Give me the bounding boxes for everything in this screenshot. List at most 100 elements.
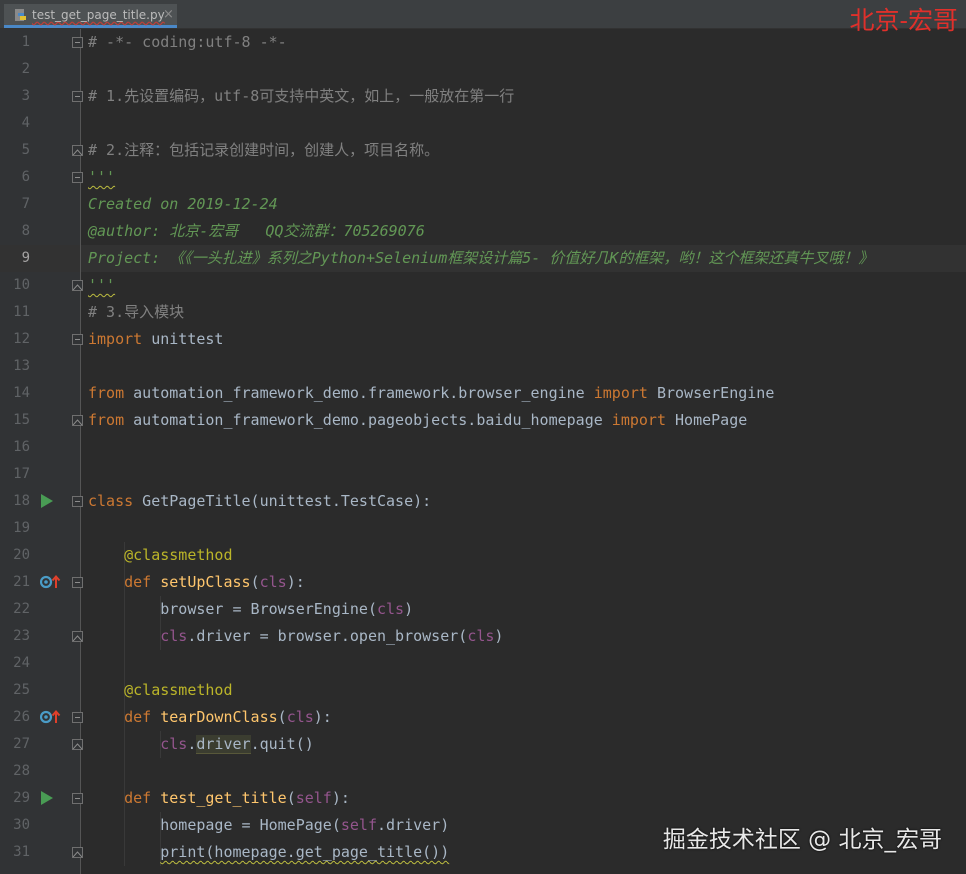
code-line[interactable]: cls.driver = browser.open_browser(cls): [88, 623, 503, 650]
code-line[interactable]: @classmethod: [88, 677, 233, 704]
code-token: self: [295, 789, 332, 807]
code-token: # 3.导入模块: [88, 303, 185, 321]
code-line[interactable]: import unittest: [88, 326, 223, 353]
close-icon[interactable]: ×: [163, 7, 174, 22]
code-token: ''': [88, 168, 116, 186]
code-line[interactable]: @author: 北京-宏哥 QQ交流群：705269076: [88, 218, 425, 245]
code-token: ):: [286, 573, 305, 591]
code-token: (: [277, 708, 287, 726]
run-test-icon[interactable]: [41, 494, 53, 508]
code-line[interactable]: def tearDownClass(cls):: [88, 704, 332, 731]
code-line[interactable]: cls.driver.quit(): [88, 731, 314, 758]
code-token: automation_framework_demo.framework.brow…: [124, 384, 594, 402]
code-token: HomePage: [665, 411, 748, 429]
code-line[interactable]: ''': [88, 164, 115, 191]
code-token: cls: [467, 627, 495, 645]
line-number: 20: [13, 547, 30, 563]
override-method-icon[interactable]: [39, 574, 62, 590]
run-test-icon[interactable]: [41, 791, 53, 805]
code-token: unittest: [142, 330, 224, 348]
code-token: from: [88, 411, 125, 429]
code-line[interactable]: browser = BrowserEngine(cls): [88, 596, 413, 623]
code-line[interactable]: def setUpClass(cls):: [88, 569, 305, 596]
line-number: 30: [13, 817, 30, 833]
code-token: GetPageTitle(unittest.TestCase):: [133, 492, 432, 510]
line-number: 3: [21, 88, 30, 104]
code-line[interactable]: # 3.导入模块: [88, 299, 184, 326]
line-number: 23: [13, 628, 30, 644]
tab-filename: test_get_page_title.py: [32, 8, 165, 22]
line-number: 6: [21, 169, 30, 185]
code-token: ): [404, 600, 414, 618]
line-number: 4: [21, 115, 30, 131]
line-number: 14: [13, 385, 30, 401]
line-number: 15: [13, 412, 30, 428]
code-token: # 2.注释：包括记录创建时间，创建人，项目名称。: [88, 141, 440, 159]
line-number: 5: [21, 142, 30, 158]
line-number: 25: [13, 682, 30, 698]
code-token: BrowserEngine: [647, 384, 775, 402]
code-token: cls: [376, 600, 405, 618]
code-token: .driver = browser.open_browser(: [187, 627, 468, 645]
code-line[interactable]: # 1.先设置编码，utf-8可支持中英文，如上，一般放在第一行: [88, 83, 514, 110]
code-line[interactable]: from automation_framework_demo.pageobjec…: [88, 407, 747, 434]
code-line[interactable]: ''': [88, 272, 115, 299]
code-token: ):: [331, 789, 350, 807]
code-token: test_get_title: [160, 789, 287, 807]
code-line[interactable]: # -*- coding:utf-8 -*-: [88, 29, 287, 56]
code-line[interactable]: # 2.注释：包括记录创建时间，创建人，项目名称。: [88, 137, 439, 164]
code-line[interactable]: from automation_framework_demo.framework…: [88, 380, 774, 407]
code-token: cls: [160, 735, 188, 753]
code-line[interactable]: Project: 《《一头扎进》系列之Python+Selenium框架设计篇5…: [88, 245, 873, 272]
line-number: 9: [21, 250, 30, 266]
code-token: setUpClass: [160, 573, 251, 591]
code-token: ): [494, 627, 504, 645]
code-token: ''': [88, 276, 116, 294]
code-token: Project: 《《一头扎进》系列之Python+Selenium框架设计篇5…: [88, 249, 874, 267]
code-line[interactable]: Created on 2019-12-24: [88, 191, 278, 218]
code-token: driver: [196, 735, 251, 754]
line-number: 16: [13, 439, 30, 455]
code-token: automation_framework_demo.pageobjects.ba…: [124, 411, 612, 429]
code-token: # -*- coding:utf-8 -*-: [88, 33, 287, 51]
code-line[interactable]: class GetPageTitle(unittest.TestCase):: [88, 488, 431, 515]
line-number: 1: [21, 34, 30, 50]
code-token: homepage = HomePage(: [88, 816, 341, 834]
code-token: import: [88, 330, 143, 348]
code-line[interactable]: homepage = HomePage(self.driver): [88, 812, 449, 839]
line-number: 21: [13, 574, 30, 590]
code-token: def: [124, 573, 152, 591]
line-number: 27: [13, 736, 30, 752]
line-number: 26: [13, 709, 30, 725]
code-line[interactable]: print(homepage.get_page_title()): [88, 839, 449, 866]
line-number: 2: [21, 61, 30, 77]
code-token: import: [611, 411, 666, 429]
code-token: .quit(): [250, 735, 314, 753]
code-token: @classmethod: [124, 681, 233, 699]
code-line[interactable]: def test_get_title(self):: [88, 785, 350, 812]
code-token: self: [340, 816, 377, 834]
code-editor[interactable]: # -*- coding:utf-8 -*- # 1.先设置编码，utf-8可支持…: [81, 29, 966, 874]
code-token: browser = BrowserEngine(: [88, 600, 377, 618]
code-token: import: [593, 384, 648, 402]
override-method-icon[interactable]: [39, 709, 62, 725]
code-token: tearDownClass: [160, 708, 278, 726]
ide-window: test_get_page_title.py × 北京-宏哥 123456789…: [0, 0, 966, 874]
editor-tab[interactable]: test_get_page_title.py ×: [4, 4, 177, 28]
code-token: cls: [259, 573, 287, 591]
line-number: 29: [13, 790, 30, 806]
line-number: 19: [13, 520, 30, 536]
code-token: Created on 2019-12-24: [88, 195, 278, 213]
code-line[interactable]: @classmethod: [88, 542, 232, 569]
